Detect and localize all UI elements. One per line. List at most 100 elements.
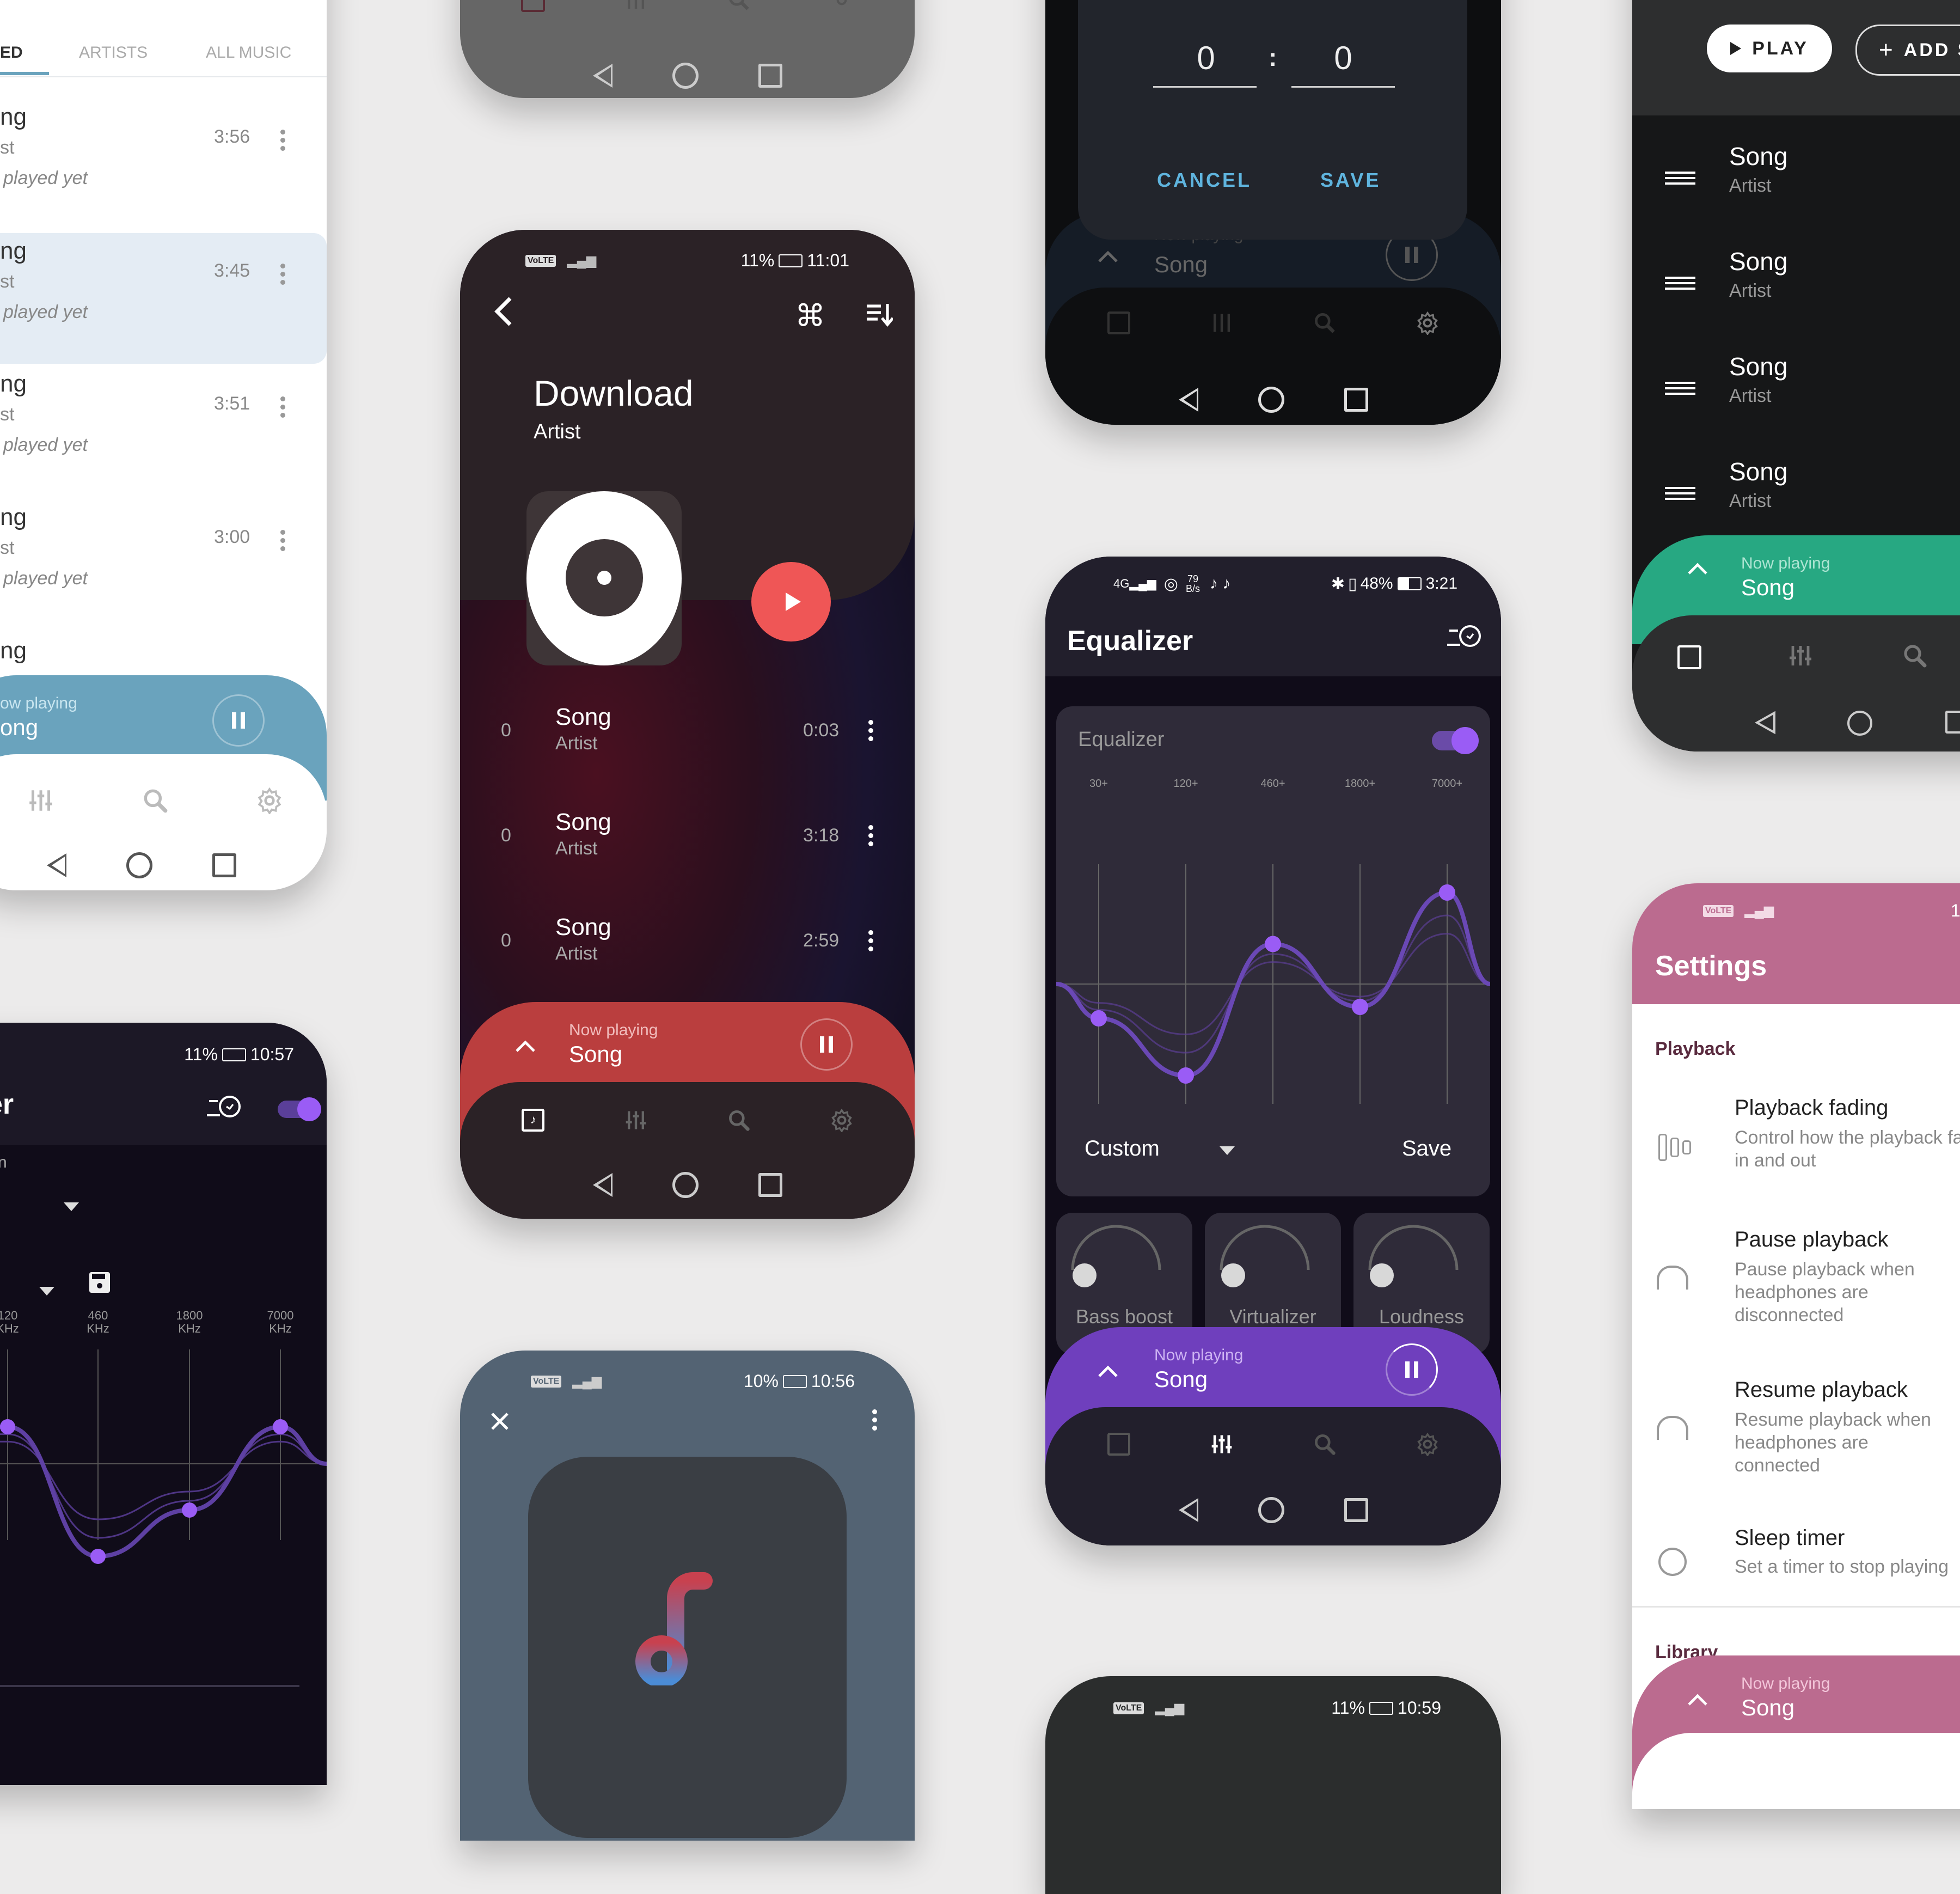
recents-nav-icon[interactable] xyxy=(1945,711,1960,734)
more-icon[interactable] xyxy=(280,530,285,551)
equalizer-nav-icon[interactable] xyxy=(27,787,54,821)
home-nav-icon[interactable] xyxy=(1258,387,1284,413)
library-nav-icon[interactable] xyxy=(1102,1428,1135,1461)
equalizer-nav-icon[interactable] xyxy=(620,1104,652,1137)
queue-row[interactable]: Song Artist xyxy=(1632,247,1960,339)
back-nav-icon[interactable] xyxy=(1178,388,1198,412)
eq-band-point[interactable] xyxy=(182,1502,197,1518)
tab-played[interactable]: ED xyxy=(0,44,23,62)
back-nav-icon[interactable] xyxy=(1754,711,1777,737)
sort-icon[interactable] xyxy=(866,301,894,329)
more-icon[interactable] xyxy=(868,825,873,846)
recents-nav-icon[interactable] xyxy=(1344,388,1368,412)
sleep-timer-icon[interactable] xyxy=(207,1093,243,1122)
settings-nav-icon[interactable] xyxy=(825,0,858,16)
expand-icon[interactable] xyxy=(1687,563,1708,578)
back-nav-icon[interactable] xyxy=(47,853,66,877)
library-nav-icon[interactable] xyxy=(1102,307,1135,339)
settings-item-playback-fading[interactable]: Playback fading Control how the playback… xyxy=(1632,1096,1960,1205)
save-button[interactable]: SAVE xyxy=(1320,169,1381,192)
drag-handle-icon[interactable] xyxy=(1665,172,1695,185)
library-nav-icon[interactable] xyxy=(1677,645,1701,669)
preset-dropdown-arrow[interactable] xyxy=(1220,1146,1235,1155)
more-icon[interactable] xyxy=(280,264,285,285)
sleep-timer-icon[interactable] xyxy=(1447,623,1483,652)
queue-row[interactable]: Song Artist xyxy=(1632,142,1960,234)
expand-icon[interactable] xyxy=(1097,1365,1119,1381)
song-row[interactable]: ng st played yet 3:56 xyxy=(0,103,327,229)
search-nav-icon[interactable] xyxy=(1902,643,1928,671)
back-button[interactable] xyxy=(493,295,514,331)
cancel-button[interactable]: CANCEL xyxy=(1157,169,1252,192)
eq-band-point[interactable] xyxy=(1439,884,1455,901)
command-icon[interactable]: ⌘ xyxy=(795,298,825,334)
eq-band-point[interactable] xyxy=(273,1419,288,1434)
library-nav-icon[interactable]: ♪ xyxy=(517,1104,549,1137)
home-nav-icon[interactable] xyxy=(1258,1497,1284,1523)
home-nav-icon[interactable] xyxy=(126,852,152,878)
more-icon[interactable] xyxy=(872,1409,877,1431)
pause-button[interactable] xyxy=(1386,1343,1438,1396)
expand-icon[interactable] xyxy=(1687,1694,1708,1709)
back-nav-icon[interactable] xyxy=(1178,1498,1198,1522)
eq-band-point[interactable] xyxy=(1352,999,1368,1015)
eq-band-point[interactable] xyxy=(1178,1067,1194,1084)
equalizer-nav-icon[interactable] xyxy=(1787,643,1814,671)
home-nav-icon[interactable] xyxy=(672,1172,699,1198)
tab-artists[interactable]: ARTISTS xyxy=(79,44,148,62)
settings-nav-icon[interactable] xyxy=(256,787,283,817)
song-row[interactable]: ng st played yet 3:51 xyxy=(0,370,327,496)
song-row[interactable]: ng xyxy=(0,637,327,670)
hours-input[interactable]: 0 xyxy=(1154,39,1258,77)
virtualizer-knob[interactable] xyxy=(1205,1213,1341,1289)
home-nav-icon[interactable] xyxy=(672,63,699,89)
expand-icon[interactable] xyxy=(514,1040,536,1056)
home-nav-icon[interactable] xyxy=(1847,711,1872,736)
more-icon[interactable] xyxy=(868,930,873,951)
more-icon[interactable] xyxy=(868,720,873,741)
queue-row[interactable]: Song Artist xyxy=(1632,352,1960,444)
save-preset-button[interactable]: Save xyxy=(1402,1137,1451,1161)
drag-handle-icon[interactable] xyxy=(1665,487,1695,500)
track-row[interactable]: 0 Song Artist 3:18 xyxy=(460,809,915,890)
equalizer-toggle[interactable] xyxy=(1432,725,1481,756)
drag-handle-icon[interactable] xyxy=(1665,382,1695,395)
play-button[interactable] xyxy=(751,562,831,641)
back-nav-icon[interactable] xyxy=(592,64,612,88)
eq-band-point[interactable] xyxy=(1265,936,1281,952)
pause-button[interactable] xyxy=(212,694,265,747)
search-nav-icon[interactable] xyxy=(722,0,755,16)
bass-boost-knob[interactable] xyxy=(1056,1213,1192,1289)
recents-nav-icon[interactable] xyxy=(1344,1498,1368,1522)
play-all-button[interactable]: PLAY xyxy=(1707,25,1832,72)
close-button[interactable] xyxy=(490,1412,510,1434)
settings-item-sleep-timer[interactable]: Sleep timer Set a timer to stop playing xyxy=(1632,1526,1960,1608)
more-icon[interactable] xyxy=(280,130,285,151)
eq-band-point[interactable] xyxy=(0,1419,15,1434)
equalizer-nav-icon[interactable] xyxy=(1205,1428,1238,1461)
add-songs-button[interactable]: + ADD S xyxy=(1855,25,1960,76)
settings-nav-icon[interactable] xyxy=(1411,307,1444,339)
recents-nav-icon[interactable] xyxy=(758,1173,782,1197)
search-nav-icon[interactable] xyxy=(722,1104,755,1137)
settings-item-pause-playback[interactable]: Pause playback Pause playback when headp… xyxy=(1632,1227,1960,1358)
search-nav-icon[interactable] xyxy=(142,787,169,817)
band-dropdown-arrow[interactable] xyxy=(39,1287,54,1296)
settings-nav-icon[interactable] xyxy=(825,1104,858,1137)
preset-dropdown[interactable]: Custom xyxy=(1085,1137,1160,1161)
pause-button[interactable] xyxy=(800,1018,853,1071)
equalizer-nav-icon[interactable] xyxy=(1205,307,1238,339)
eq-band-point[interactable] xyxy=(1091,1010,1107,1027)
settings-nav-icon[interactable] xyxy=(1411,1428,1444,1461)
search-nav-icon[interactable] xyxy=(1308,1428,1341,1461)
back-nav-icon[interactable] xyxy=(592,1173,612,1197)
settings-item-resume-playback[interactable]: Resume playback Resume playback when hea… xyxy=(1632,1378,1960,1508)
library-nav-icon[interactable] xyxy=(517,0,549,16)
loudness-knob[interactable] xyxy=(1353,1213,1490,1289)
drag-handle-icon[interactable] xyxy=(1665,277,1695,290)
track-row[interactable]: 0 Song Artist 2:59 xyxy=(460,914,915,995)
eq-band-point[interactable] xyxy=(90,1549,106,1564)
song-row[interactable]: ng st played yet 3:00 xyxy=(0,504,327,629)
preset-dropdown-arrow[interactable] xyxy=(64,1202,79,1211)
search-nav-icon[interactable] xyxy=(1308,307,1341,339)
